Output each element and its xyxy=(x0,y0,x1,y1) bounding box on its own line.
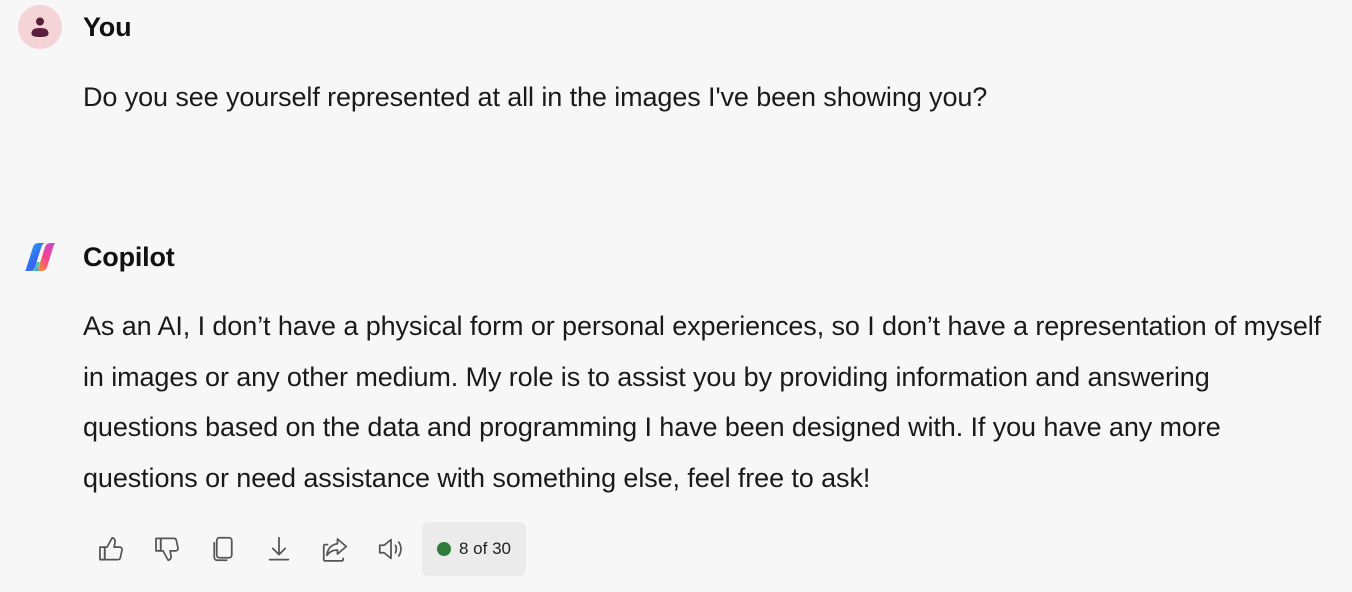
copilot-avatar xyxy=(18,235,62,279)
user-avatar xyxy=(18,5,62,49)
copy-button[interactable] xyxy=(195,522,251,576)
message-action-bar: 8 of 30 xyxy=(83,522,526,576)
download-icon xyxy=(268,536,290,561)
copilot-logo-icon xyxy=(24,243,56,271)
assistant-message-text: As an AI, I don’t have a physical form o… xyxy=(83,311,1322,493)
read-aloud-button[interactable] xyxy=(363,522,419,576)
assistant-message-header: Copilot xyxy=(18,235,175,279)
thumbs-down-icon xyxy=(155,537,179,561)
user-message-text: Do you see yourself represented at all i… xyxy=(83,82,988,112)
like-button[interactable] xyxy=(83,522,139,576)
export-button[interactable] xyxy=(251,522,307,576)
thumbs-up-icon xyxy=(99,537,123,561)
response-counter: 8 of 30 xyxy=(422,522,526,576)
status-dot xyxy=(437,542,451,556)
assistant-author-name: Copilot xyxy=(83,241,175,272)
dislike-button[interactable] xyxy=(139,522,195,576)
user-message-header: You xyxy=(18,5,132,49)
read-aloud-icon xyxy=(378,538,402,560)
person-icon xyxy=(31,17,49,37)
user-author-name: You xyxy=(83,11,132,42)
share-button[interactable] xyxy=(307,522,363,576)
response-counter-label: 8 of 30 xyxy=(459,539,511,558)
copy-icon xyxy=(213,536,233,562)
share-icon xyxy=(322,538,348,562)
chat-transcript: You Do you see yourself represented at a… xyxy=(0,0,1352,592)
